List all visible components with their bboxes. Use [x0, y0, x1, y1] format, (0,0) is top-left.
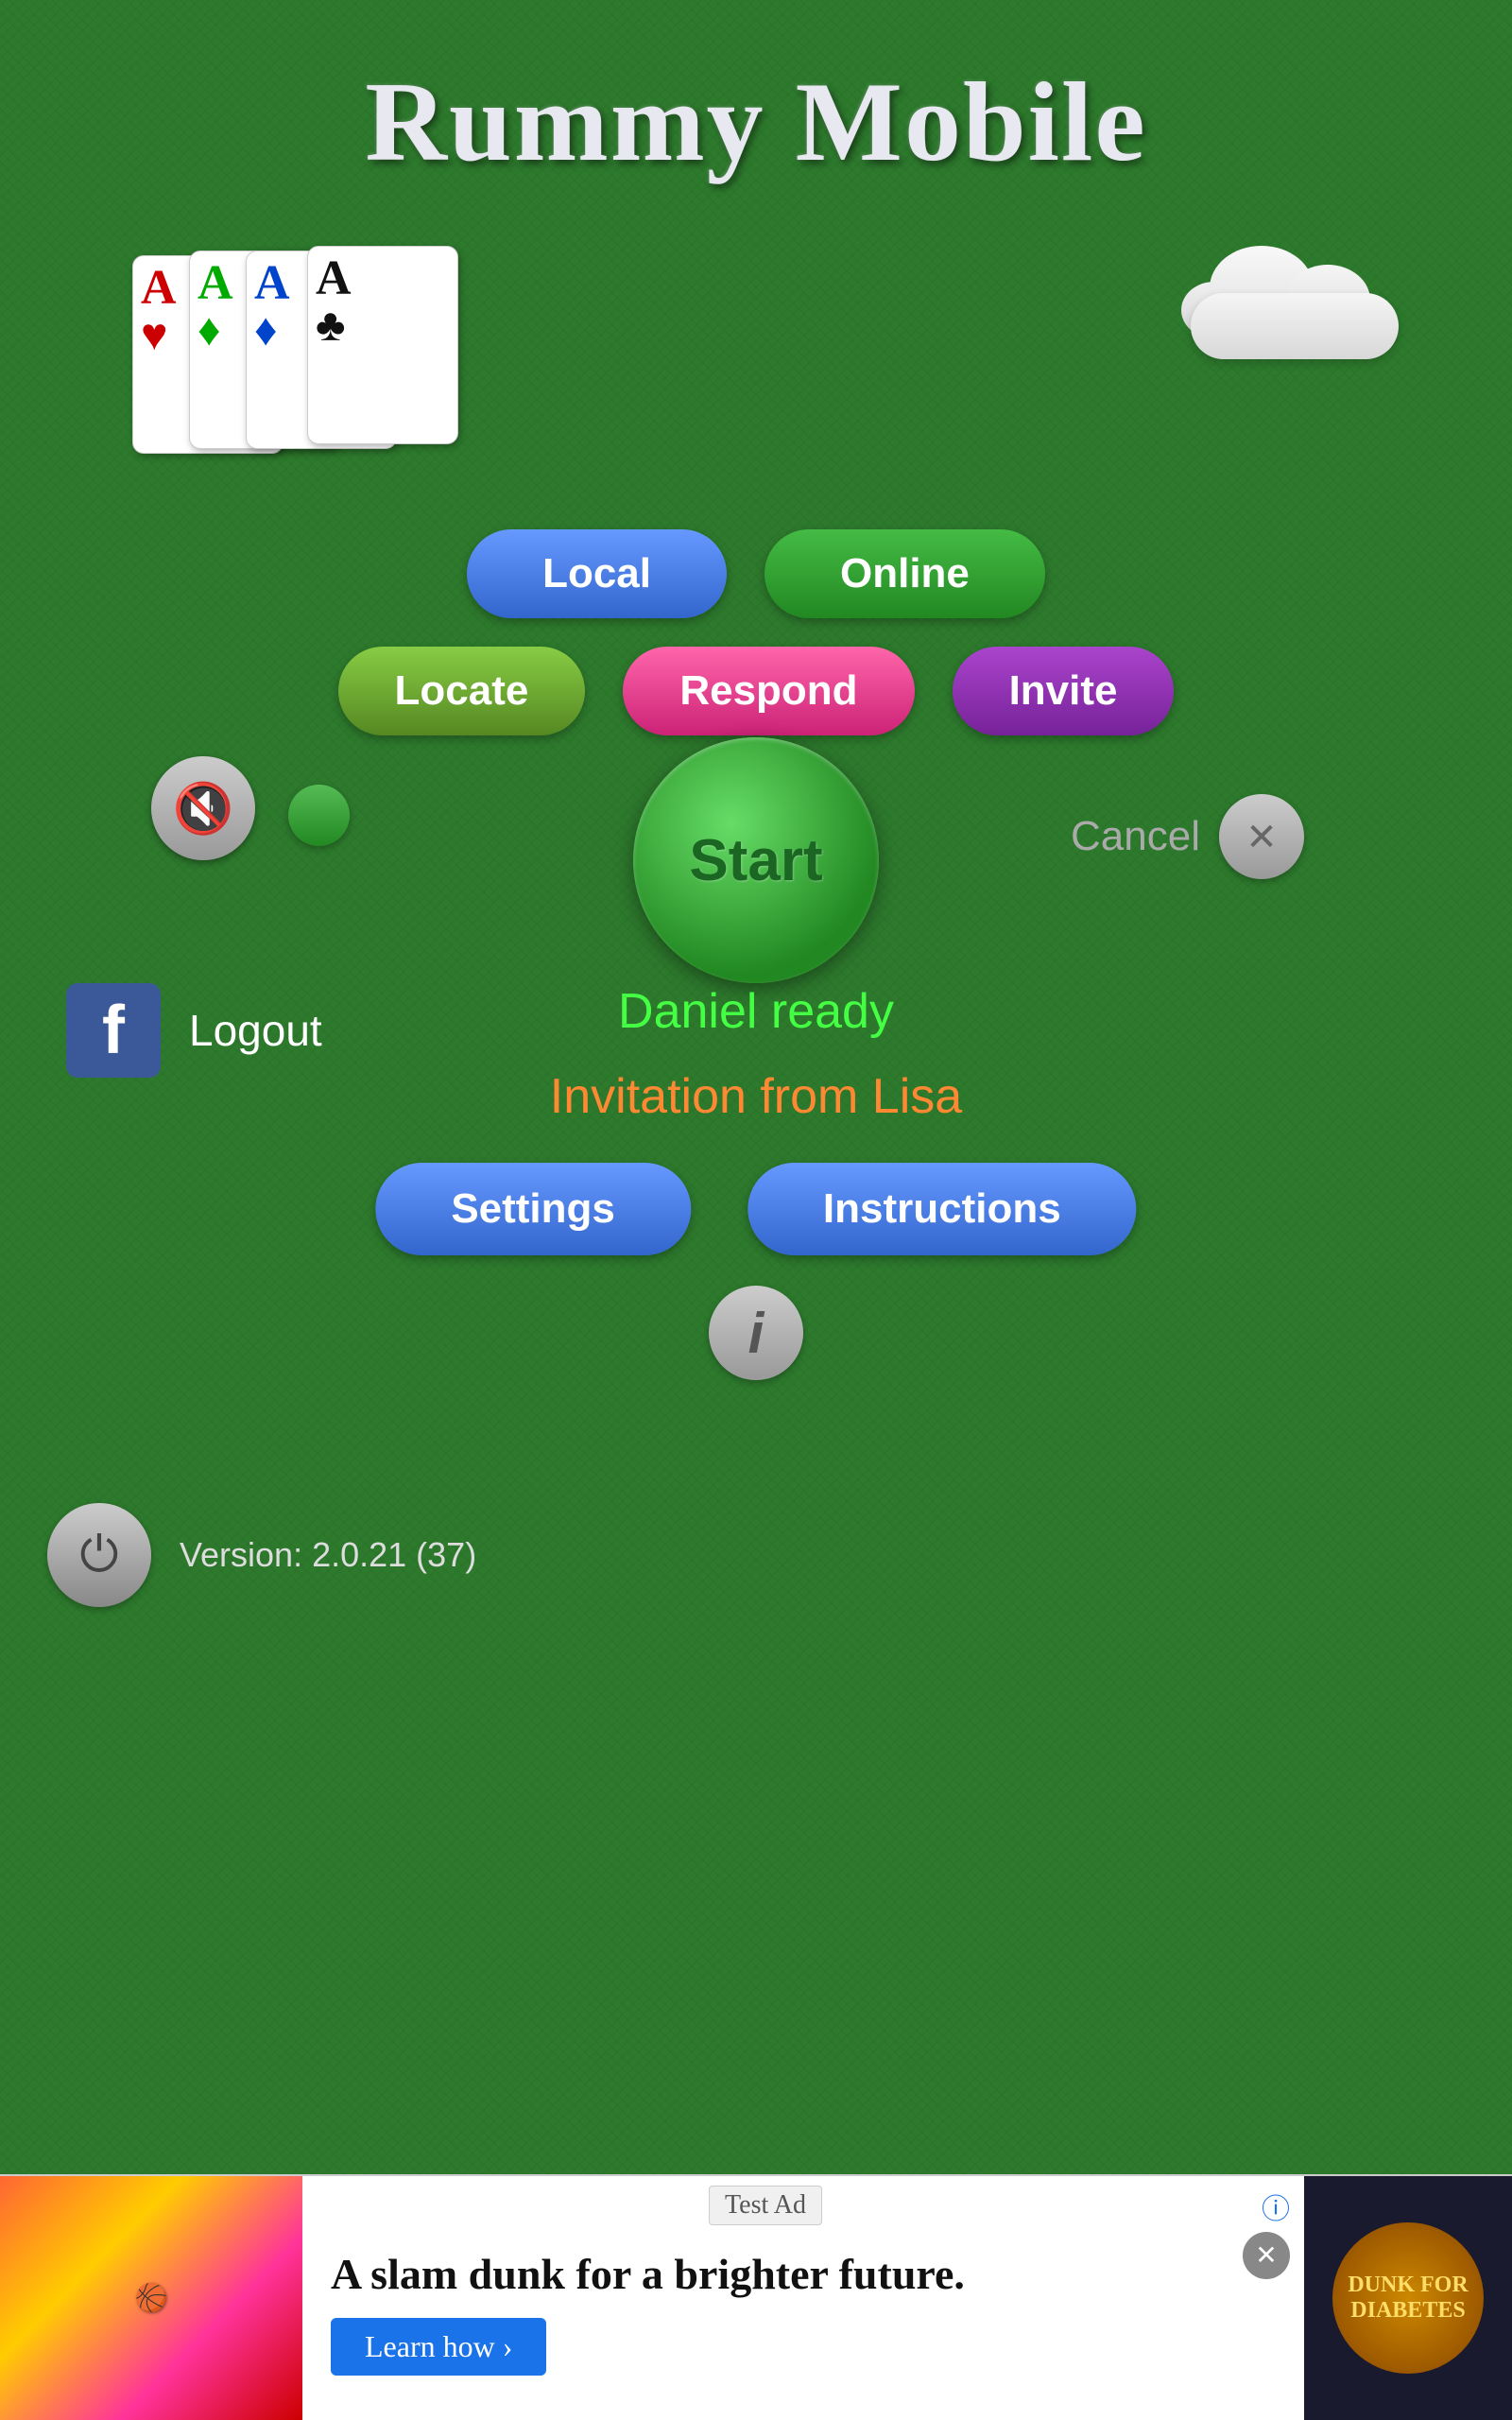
ad-image-placeholder: 🏀 [135, 2282, 168, 2314]
power-version-row: ⏻ Version: 2.0.21 (37) [47, 1503, 476, 1607]
version-label: Version: 2.0.21 (37) [180, 1535, 476, 1575]
ad-close-button[interactable]: ✕ [1243, 2232, 1290, 2279]
power-button[interactable]: ⏻ [47, 1503, 151, 1607]
ad-content: Test Ad A slam dunk for a brighter futur… [302, 2176, 1228, 2420]
main-buttons: Local Online Locate Respond Invite [0, 529, 1512, 735]
ad-title: A slam dunk for a brighter future. [331, 2249, 1200, 2299]
invitation-status: Invitation from Lisa [550, 1068, 962, 1125]
card-clubs: A ♣ [307, 246, 458, 444]
cancel-label: Cancel [1071, 813, 1200, 860]
action-buttons-row: Locate Respond Invite [338, 647, 1175, 735]
ad-info-icon[interactable]: ⓘ [1262, 2186, 1290, 2227]
cards-image: A ♥ A ♦ A ♦ A ♣ [132, 246, 510, 454]
local-button[interactable]: Local [467, 529, 727, 618]
small-dot-decoration [288, 785, 350, 846]
ad-image: 🏀 [0, 2176, 302, 2420]
facebook-icon[interactable]: f [66, 983, 161, 1078]
locate-button[interactable]: Locate [338, 647, 586, 735]
ad-logo: DUNK FOR DIABETES [1304, 2176, 1512, 2420]
mute-icon: 🔇 [173, 780, 234, 838]
mute-button[interactable]: 🔇 [151, 756, 255, 860]
instructions-button[interactable]: Instructions [747, 1163, 1137, 1255]
settings-instructions-row: Settings Instructions [375, 1163, 1136, 1255]
info-icon: i [748, 1301, 765, 1366]
logout-button[interactable]: Logout [189, 1005, 322, 1056]
app-title: Rummy Mobile [0, 0, 1512, 187]
ad-cta-button[interactable]: Learn how › [331, 2318, 546, 2376]
cloud-decoration [1162, 265, 1427, 388]
ad-close-area: ⓘ ✕ [1228, 2176, 1304, 2420]
mode-row: Local Online [467, 529, 1045, 618]
power-icon: ⏻ [79, 1527, 118, 1584]
start-button[interactable]: Start [633, 737, 879, 983]
cancel-button[interactable]: Cancel ✕ [1071, 794, 1304, 879]
cancel-icon: ✕ [1219, 794, 1304, 879]
ad-logo-badge: DUNK FOR DIABETES [1332, 2222, 1484, 2374]
respond-button[interactable]: Respond [623, 647, 914, 735]
invite-button[interactable]: Invite [953, 647, 1175, 735]
ad-banner: 🏀 Test Ad A slam dunk for a brighter fut… [0, 2174, 1512, 2420]
facebook-logout-row: f Logout [66, 983, 322, 1078]
online-button[interactable]: Online [765, 529, 1045, 618]
info-button[interactable]: i [709, 1286, 803, 1380]
ad-test-label: Test Ad [709, 2186, 822, 2225]
settings-button[interactable]: Settings [375, 1163, 691, 1255]
player-ready-status: Daniel ready [618, 983, 894, 1040]
